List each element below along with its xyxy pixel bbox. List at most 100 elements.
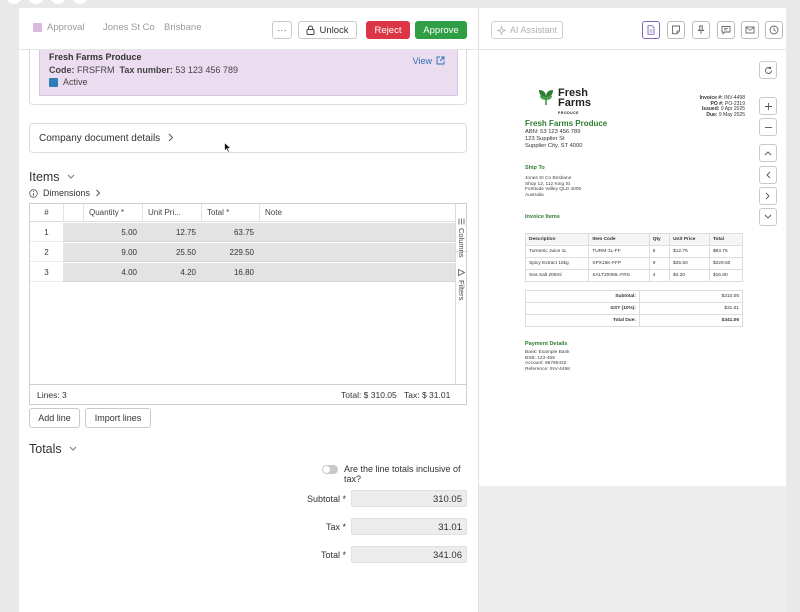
email-button[interactable] bbox=[741, 21, 759, 39]
more-options-button[interactable]: ··· bbox=[272, 21, 292, 39]
ship-to-address: Jones St Co Brisbane Shop 12, 112 King S… bbox=[525, 176, 581, 198]
column-header-select[interactable] bbox=[63, 204, 83, 222]
preview-empty-area bbox=[479, 486, 787, 612]
company-chip[interactable]: Jones St Co bbox=[103, 22, 155, 33]
info-icon bbox=[29, 188, 38, 198]
payment-line: Bank: Example Bank bbox=[525, 350, 570, 355]
unit-price-cell[interactable]: 12.75 bbox=[142, 223, 201, 242]
filters-panel-button[interactable]: Filters bbox=[456, 266, 468, 310]
import-lines-button[interactable]: Import lines bbox=[85, 408, 151, 428]
table-row: Total Due: $341.06 bbox=[525, 314, 743, 327]
due-date: 9 May 2025 bbox=[718, 111, 745, 118]
refresh-icon bbox=[764, 66, 772, 74]
comment-icon bbox=[721, 26, 731, 35]
item-unit-price: $12.75 bbox=[669, 245, 710, 258]
table-row[interactable]: 1 5.00 12.75 63.75 bbox=[30, 223, 455, 243]
supplier-card: Fresh Farms Produce Code: FRSFRM Tax num… bbox=[29, 50, 467, 105]
approval-chip[interactable]: Approval bbox=[33, 22, 85, 33]
column-header: Description bbox=[524, 233, 590, 246]
ai-assistant-button[interactable]: AI Assistant bbox=[491, 21, 563, 39]
gst-label: GST (10%): bbox=[525, 302, 640, 315]
unit-price-cell[interactable]: 4.20 bbox=[142, 263, 201, 282]
chevron-up-icon bbox=[764, 151, 772, 156]
table-row[interactable]: 3 4.00 4.20 16.80 bbox=[30, 263, 455, 283]
company-logo: Fresh Farms PRODUCE bbox=[538, 88, 591, 118]
address-line: 123 Supplier St bbox=[525, 136, 565, 142]
pin-button[interactable] bbox=[692, 21, 710, 39]
zoom-out-button[interactable] bbox=[759, 118, 777, 136]
column-header-note[interactable]: Note bbox=[259, 204, 455, 222]
column-header-number[interactable]: # bbox=[30, 204, 63, 222]
zoom-in-button[interactable] bbox=[759, 97, 777, 115]
chevron-right-icon bbox=[765, 192, 770, 200]
quantity-cell[interactable]: 4.00 bbox=[83, 263, 142, 282]
column-header: Total bbox=[708, 233, 744, 246]
tax-inclusive-toggle[interactable] bbox=[322, 465, 338, 474]
invoice-items-header-row: Description Item Code Qty Unit Price Tot… bbox=[524, 233, 744, 246]
code-label: Code: bbox=[49, 65, 75, 75]
column-header-total[interactable]: Total * bbox=[201, 204, 259, 222]
quantity-cell[interactable]: 5.00 bbox=[83, 223, 142, 242]
document-icon bbox=[647, 25, 655, 35]
next-button[interactable] bbox=[759, 187, 777, 205]
columns-panel-label: Columns bbox=[457, 228, 466, 258]
status-badge: Active bbox=[49, 77, 88, 87]
chevron-left-icon bbox=[766, 171, 771, 179]
columns-panel-button[interactable]: Columns bbox=[456, 204, 468, 258]
column-header-unit-price[interactable]: Unit Pri... bbox=[142, 204, 201, 222]
items-section-header[interactable]: Items bbox=[29, 170, 75, 184]
refresh-button[interactable] bbox=[759, 61, 777, 79]
location-chip[interactable]: Brisbane bbox=[164, 22, 202, 33]
filters-panel-label: Filters bbox=[457, 280, 466, 301]
total-cell[interactable]: 16.80 bbox=[201, 263, 259, 282]
previous-button[interactable] bbox=[759, 166, 777, 184]
total-label: Total * bbox=[320, 550, 346, 560]
items-tax: Tax: $ 31.01 bbox=[404, 390, 451, 400]
subtotal-label: Subtotal: bbox=[525, 290, 640, 303]
subtotal-field[interactable]: 310.05 bbox=[351, 490, 467, 507]
add-line-button[interactable]: Add line bbox=[29, 408, 80, 428]
table-row[interactable]: 2 9.00 25.50 229.50 bbox=[30, 243, 455, 263]
document-preview: Fresh Farms PRODUCE Invoice #: INV-4498 … bbox=[478, 50, 787, 612]
item-code: TURM-1L-FF bbox=[588, 245, 650, 258]
page-down-button[interactable] bbox=[759, 208, 777, 226]
table-row: Subtotal: $310.05 bbox=[525, 290, 743, 303]
payment-line: Account: 98765432 bbox=[525, 361, 567, 367]
note-cell[interactable] bbox=[259, 243, 455, 262]
supplier-details[interactable]: Fresh Farms Produce Code: FRSFRM Tax num… bbox=[39, 50, 458, 96]
company-document-details-toggle[interactable]: Company document details bbox=[29, 123, 467, 153]
tax-label: Tax * bbox=[325, 522, 346, 532]
dimensions-toggle[interactable]: Dimensions bbox=[29, 188, 101, 198]
tax-field[interactable]: 31.01 bbox=[351, 518, 467, 535]
note-cell[interactable] bbox=[259, 223, 455, 242]
reject-button[interactable]: Reject bbox=[366, 21, 410, 39]
clock-icon bbox=[769, 25, 779, 35]
quantity-cell[interactable]: 9.00 bbox=[83, 243, 142, 262]
approve-button[interactable]: Approve bbox=[415, 21, 467, 39]
item-code: SALT200ML-FRS bbox=[588, 269, 650, 282]
notes-button[interactable] bbox=[667, 21, 685, 39]
column-header-quantity[interactable]: Quantity * bbox=[83, 204, 142, 222]
invoice-totals-table: Subtotal: $310.05 GST (10%): $31.01 Total … bbox=[525, 290, 743, 327]
tax-number: 53 123 456 789 bbox=[175, 65, 238, 75]
totals-section-header[interactable]: Totals bbox=[29, 442, 77, 456]
comments-button[interactable] bbox=[717, 21, 735, 39]
address-line: ABN: 53 123 456 789 bbox=[525, 129, 581, 135]
tax-number-label: Tax number: bbox=[119, 65, 173, 75]
total-cell[interactable]: 63.75 bbox=[201, 223, 259, 242]
invoice-items-heading: Invoice Items bbox=[525, 214, 560, 220]
note-cell[interactable] bbox=[259, 263, 455, 282]
unit-price-cell[interactable]: 25.50 bbox=[142, 243, 201, 262]
columns-icon bbox=[458, 218, 465, 225]
view-supplier-link[interactable]: View bbox=[413, 56, 445, 66]
total-field[interactable]: 341.06 bbox=[351, 546, 467, 563]
grid-side-panel: Columns Filters bbox=[455, 204, 468, 384]
payment-details-heading: Payment Details bbox=[525, 341, 568, 347]
total-cell[interactable]: 229.50 bbox=[201, 243, 259, 262]
document-view-button[interactable] bbox=[642, 21, 660, 39]
unlock-button[interactable]: Unlock bbox=[298, 21, 357, 39]
totals-title: Totals bbox=[29, 442, 62, 456]
history-button[interactable] bbox=[765, 21, 783, 39]
item-unit-price: $25.50 bbox=[669, 257, 710, 270]
page-up-button[interactable] bbox=[759, 144, 777, 162]
